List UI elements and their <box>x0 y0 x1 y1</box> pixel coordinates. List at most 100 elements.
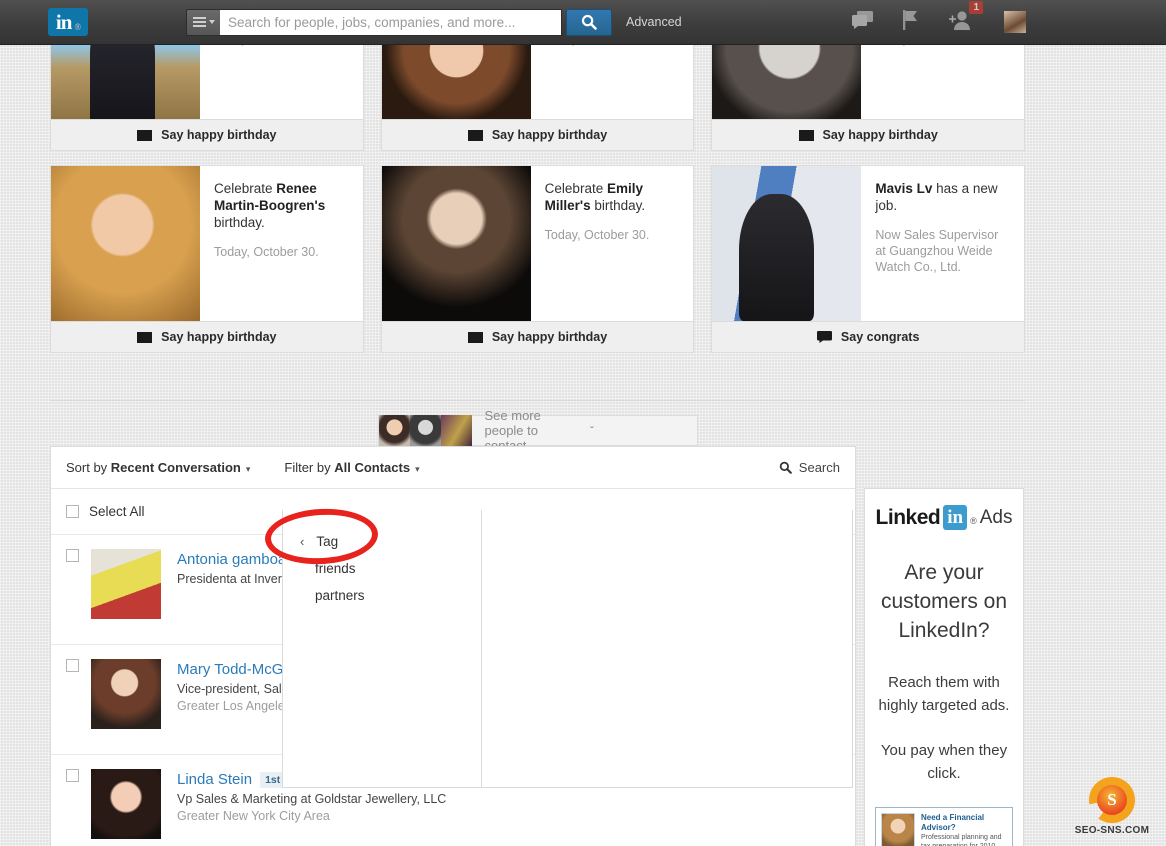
contact-headline: Presidenta at Inversi <box>177 571 291 588</box>
search-submit-button[interactable] <box>566 9 612 36</box>
row-checkbox[interactable] <box>66 659 79 672</box>
card-subtitle: Today, October 30. <box>214 244 351 260</box>
watermark-mark: S <box>1097 785 1127 815</box>
contact-name-link[interactable]: Antonia gamboa <box>177 551 291 568</box>
envelope-icon <box>468 130 483 141</box>
tag-menu-header[interactable]: ‹ Tag <box>283 528 481 555</box>
chevron-down-icon: ˇ <box>577 424 683 438</box>
card-title-name: Mavis Lv <box>875 181 932 196</box>
contact-location: Greater Los Angele <box>177 698 289 715</box>
ads-logo-linked: Linked <box>876 506 941 530</box>
sort-by-dropdown[interactable]: Sort by Recent Conversation ▾ <box>66 460 250 475</box>
ad-thumbnail-image <box>881 813 915 846</box>
contact-avatar <box>91 659 161 729</box>
add-connection-icon[interactable]: 1 <box>948 10 972 35</box>
search-input[interactable]: Search for people, jobs, companies, and … <box>220 9 562 36</box>
ads-logo-in: in <box>943 505 967 530</box>
card-action-button[interactable]: Say happy birthday <box>382 321 694 352</box>
card-title-prefix: Celebrate <box>214 181 276 196</box>
ads-paragraph-2: You pay when they click. <box>875 739 1013 785</box>
flag-notifications-icon[interactable] <box>902 10 920 35</box>
filter-by-dropdown[interactable]: Filter by All Contacts ▾ <box>284 460 419 475</box>
contact-info: Mary Todd-McG Vice-president, Sale Great… <box>177 659 289 715</box>
tag-submenu-pane <box>482 510 853 788</box>
nav-icon-group: 1 <box>852 10 1026 35</box>
avatar[interactable] <box>1004 11 1026 33</box>
update-card[interactable]: Celebrate Emily Miller's birthday. Today… <box>381 165 695 353</box>
see-more-people-bar: See more people to contact ˇ <box>50 400 1025 446</box>
messages-icon[interactable] <box>852 11 874 34</box>
card-text: Celebrate Emily Miller's birthday. Today… <box>531 166 694 321</box>
card-action-label: Say happy birthday <box>492 330 607 344</box>
cards-row-2: Celebrate Renee Martin-Boogren's birthda… <box>50 165 1025 353</box>
contact-name: Antonia gamboa <box>177 551 286 568</box>
search-icon <box>581 14 597 30</box>
ad-thumbnail-title: Need a Financial Advisor? <box>921 813 1007 833</box>
card-action-label: Say happy birthday <box>823 128 938 142</box>
contact-headline: Vp Sales & Marketing at Goldstar Jewelle… <box>177 791 446 808</box>
update-card[interactable]: Celebrate Renee Martin-Boogren's birthda… <box>50 165 364 353</box>
card-action-button[interactable]: Say congrats <box>712 321 1024 352</box>
search-icon <box>779 461 792 474</box>
person-thumbnail <box>410 415 441 446</box>
card-subtitle: Now Sales Supervisor at Guangzhou Weide … <box>875 227 1012 275</box>
chevron-down-icon: ▾ <box>415 464 420 475</box>
notification-badge: 1 <box>969 1 983 14</box>
contact-name-link[interactable]: Mary Todd-McG <box>177 661 289 678</box>
card-action-label: Say happy birthday <box>492 128 607 142</box>
sort-by-value: Recent Conversation <box>111 460 241 475</box>
ads-logo-word: Ads <box>980 507 1013 529</box>
card-action-button[interactable]: Say happy birthday <box>51 119 363 150</box>
seo-sns-watermark: S SEO-SNS.COM <box>1072 777 1152 836</box>
filter-by-value: All Contacts <box>334 460 410 475</box>
envelope-icon <box>468 332 483 343</box>
row-checkbox[interactable] <box>66 549 79 562</box>
contact-avatar <box>91 549 161 619</box>
watermark-logo-icon: S <box>1089 777 1135 823</box>
contact-location: Greater New York City Area <box>177 808 446 825</box>
row-checkbox[interactable] <box>66 769 79 782</box>
contacts-search-button[interactable]: Search <box>779 460 840 475</box>
linkedin-ads-sidebar: Linked in ® Ads Are your customers on Li… <box>864 488 1024 846</box>
card-action-button[interactable]: Say happy birthday <box>382 119 694 150</box>
linkedin-logo-text: in <box>56 10 72 35</box>
advanced-search-link[interactable]: Advanced <box>626 15 682 29</box>
chevron-down-icon: ▾ <box>246 464 251 475</box>
card-action-button[interactable]: Say happy birthday <box>51 321 363 352</box>
card-title-prefix: Celebrate <box>545 181 607 196</box>
speech-bubble-icon <box>817 331 832 343</box>
search-category-dropdown[interactable] <box>186 9 220 36</box>
chevron-left-icon: ‹ <box>300 534 304 549</box>
card-title: Celebrate Renee Martin-Boogren's birthda… <box>214 180 351 231</box>
sort-by-label: Sort by <box>66 460 111 475</box>
card-title: Celebrate Emily Miller's birthday. <box>545 180 682 214</box>
card-action-label: Say congrats <box>841 330 920 344</box>
filter-tag-dropdown: ‹ Tag friends partners <box>282 510 482 788</box>
ad-preview-thumbnail[interactable]: Need a Financial Advisor? Professional p… <box>875 807 1013 846</box>
ad-thumbnail-text: Need a Financial Advisor? Professional p… <box>921 813 1007 846</box>
filter-by-label: Filter by <box>284 460 334 475</box>
card-text: Mavis Lv has a new job. Now Sales Superv… <box>861 166 1024 321</box>
people-thumbnails <box>379 415 472 446</box>
network-updates-cards: Clark's birthday. Today, October 30. Say… <box>50 0 1025 367</box>
envelope-icon <box>137 130 152 141</box>
registered-mark: ® <box>970 516 977 526</box>
person-thumbnail <box>379 415 410 446</box>
ads-headline: Are your customers on LinkedIn? <box>875 558 1013 645</box>
tag-menu-title: Tag <box>316 534 338 549</box>
hamburger-icon <box>193 17 206 27</box>
card-action-button[interactable]: Say happy birthday <box>712 119 1024 150</box>
card-action-label: Say happy birthday <box>161 330 276 344</box>
tag-menu-item-partners[interactable]: partners <box>283 582 481 609</box>
card-title-suffix: birthday. <box>591 198 646 213</box>
contacts-search-label: Search <box>799 460 840 475</box>
ad-thumbnail-desc: Professional planning and tax preparatio… <box>921 833 1007 846</box>
see-more-people-dropdown[interactable]: See more people to contact ˇ <box>378 415 698 446</box>
tag-menu-item-friends[interactable]: friends <box>283 555 481 582</box>
select-all-checkbox[interactable] <box>66 505 79 518</box>
envelope-icon <box>799 130 814 141</box>
update-card[interactable]: Mavis Lv has a new job. Now Sales Superv… <box>711 165 1025 353</box>
card-photo <box>51 166 200 321</box>
person-thumbnail <box>441 415 472 446</box>
linkedin-logo[interactable]: in ® <box>48 8 88 36</box>
